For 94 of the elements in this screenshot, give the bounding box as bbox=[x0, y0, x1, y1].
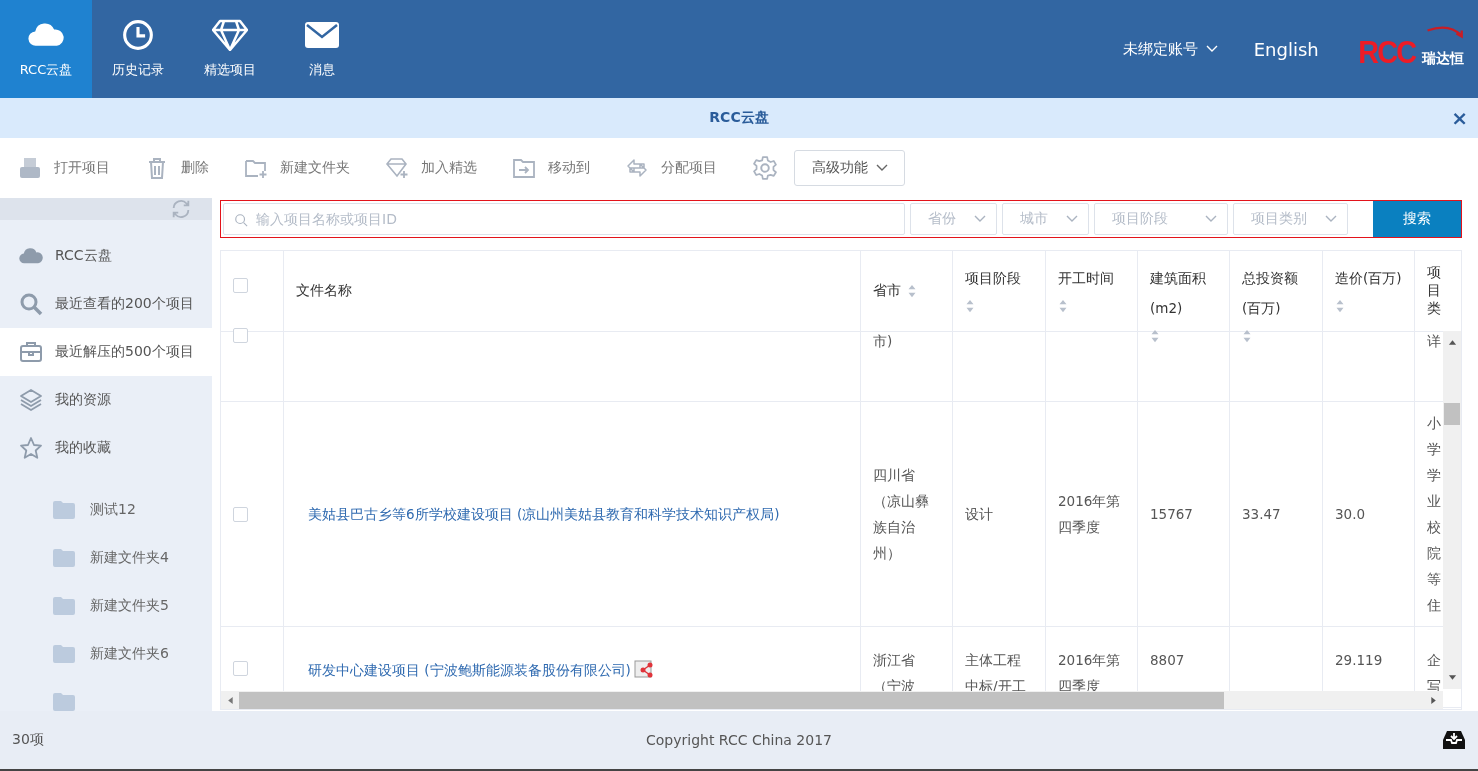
sidebar-item[interactable]: 最近解压的500个项目 bbox=[0, 328, 212, 376]
sort-icon[interactable] bbox=[965, 299, 975, 313]
sidebar-item[interactable]: RCC云盘 bbox=[0, 232, 212, 280]
folder-icon bbox=[52, 644, 76, 664]
sidebar-item[interactable]: 我的资源 bbox=[0, 376, 212, 424]
column-header: 项目阶段 bbox=[965, 269, 1021, 288]
search-icon bbox=[234, 213, 248, 227]
project-link[interactable]: 美姑县巴古乡等6所学校建设项目 (凉山州美姑县教育和科学技术知识产权局) bbox=[296, 504, 780, 524]
select-all-checkbox[interactable] bbox=[233, 278, 248, 293]
advanced-dropdown[interactable]: 高级功能 bbox=[794, 150, 905, 186]
chevron-down-icon bbox=[974, 215, 986, 223]
diamond-icon bbox=[212, 19, 248, 51]
copyright-text: Copyright RCC China 2017 bbox=[646, 732, 832, 748]
toolbar-button[interactable]: 分配项目 bbox=[625, 156, 717, 180]
scroll-right-arrow-icon[interactable] bbox=[1431, 695, 1437, 705]
folder-item[interactable]: 新建文件夹5 bbox=[0, 582, 212, 630]
nav-tab[interactable]: 历史记录 bbox=[92, 0, 184, 98]
settings-icon[interactable] bbox=[752, 155, 778, 181]
column-header: 开工时间 bbox=[1058, 269, 1114, 288]
sidebar-item[interactable]: 最近查看的200个项目 bbox=[0, 280, 212, 328]
scrollbar-thumb[interactable] bbox=[1444, 403, 1460, 425]
project-link[interactable]: 研发中心建设项目 (宁波鲍斯能源装备股份有限公司) bbox=[296, 660, 631, 680]
table-cell-text: 29.119 bbox=[1335, 651, 1383, 670]
toolbar-button[interactable]: 新建文件夹 bbox=[244, 156, 350, 180]
toolbar-button[interactable]: 移动到 bbox=[512, 156, 590, 180]
folder-icon bbox=[52, 692, 76, 711]
folder-item[interactable]: 测试12 bbox=[0, 486, 212, 534]
nav-tab[interactable]: 消息 bbox=[276, 0, 368, 98]
chevron-down-icon bbox=[1205, 45, 1218, 53]
table-cell-text: 设计 bbox=[965, 505, 993, 524]
table-cell-text: 33.47 bbox=[1242, 505, 1281, 524]
table-cell-text: 市) bbox=[873, 332, 893, 351]
briefcase-icon bbox=[19, 340, 43, 364]
clock-icon bbox=[120, 19, 156, 51]
toolbar-button[interactable]: 加入精选 bbox=[385, 156, 477, 180]
star-icon bbox=[19, 436, 43, 460]
search-icon bbox=[19, 292, 43, 316]
table-cell-text: 30.0 bbox=[1335, 505, 1366, 524]
sort-icon[interactable] bbox=[1335, 299, 1345, 313]
sidebar-item[interactable]: 我的收藏 bbox=[0, 424, 212, 472]
sort-icon[interactable] bbox=[1242, 329, 1252, 343]
inbox-icon[interactable] bbox=[1442, 729, 1466, 751]
folder-icon bbox=[52, 596, 76, 616]
horizontal-scrollbar[interactable] bbox=[221, 691, 1443, 709]
table-cell-text: 四川省（凉山彝族自治州） bbox=[873, 466, 930, 563]
row-checkbox[interactable] bbox=[233, 661, 248, 676]
account-dropdown[interactable]: 未绑定账号 bbox=[1122, 39, 1218, 59]
row-checkbox[interactable] bbox=[233, 506, 248, 522]
folder-icon bbox=[52, 500, 76, 520]
chevron-down-icon bbox=[1325, 215, 1337, 223]
share-icon[interactable] bbox=[633, 660, 654, 680]
folder-arrow-icon bbox=[512, 156, 536, 180]
column-header: 造价(百万) bbox=[1335, 269, 1402, 288]
column-header: 省市 bbox=[873, 282, 901, 300]
layers-icon bbox=[19, 388, 43, 412]
sort-icon[interactable] bbox=[907, 284, 917, 298]
sort-icon[interactable] bbox=[1150, 329, 1160, 343]
scroll-left-arrow-icon[interactable] bbox=[227, 695, 233, 705]
diamond-plus-icon bbox=[385, 156, 409, 180]
chevron-down-icon bbox=[1066, 215, 1078, 223]
sort-icon[interactable] bbox=[1058, 299, 1068, 313]
column-header: 建筑面积 (m2) bbox=[1150, 269, 1207, 318]
close-button[interactable]: × bbox=[1451, 106, 1468, 130]
search-field[interactable]: 输入项目名称或项目ID bbox=[223, 203, 905, 235]
mail-icon bbox=[304, 19, 340, 51]
folder-item[interactable]: 新建文件夹4 bbox=[0, 534, 212, 582]
swap-icon bbox=[625, 156, 649, 180]
scroll-down-arrow-icon[interactable] bbox=[1447, 675, 1457, 681]
toolbar-button[interactable]: 删除 bbox=[145, 156, 209, 180]
folder-icon bbox=[52, 548, 76, 568]
language-link[interactable]: English bbox=[1253, 38, 1319, 60]
vertical-scrollbar[interactable] bbox=[1443, 331, 1461, 689]
table-cell-text: 2016年第四季度 bbox=[1058, 492, 1122, 537]
table-cell-text: 详 bbox=[1427, 332, 1441, 351]
column-header: 总投资额 (百万) bbox=[1242, 269, 1299, 318]
nav-tab[interactable]: 精选项目 bbox=[184, 0, 276, 98]
column-header: 文件名称 bbox=[296, 282, 352, 300]
nav-tab[interactable]: RCC云盘 bbox=[0, 0, 92, 98]
scrollbar-thumb[interactable] bbox=[239, 691, 1224, 709]
scroll-up-arrow-icon[interactable] bbox=[1447, 339, 1457, 345]
printer-icon bbox=[18, 156, 42, 180]
column-header: 项目类 bbox=[1427, 264, 1442, 318]
table-cell-text: 8807 bbox=[1150, 651, 1185, 670]
toolbar-button[interactable]: 打开项目 bbox=[18, 156, 110, 180]
panel-title: RCC云盘 bbox=[709, 109, 769, 127]
table-cell-text: 15767 bbox=[1150, 505, 1193, 524]
folder-item[interactable]: 新建文件夹6 bbox=[0, 630, 212, 678]
chevron-down-icon bbox=[1205, 215, 1217, 223]
chevron-down-icon bbox=[875, 164, 888, 172]
search-button[interactable]: 搜索 bbox=[1373, 201, 1461, 237]
refresh-icon[interactable] bbox=[170, 198, 192, 220]
item-count: 30项 bbox=[12, 731, 44, 749]
row-checkbox[interactable] bbox=[233, 328, 248, 343]
table-cell-text: 小学学业校院等住 bbox=[1427, 414, 1441, 615]
